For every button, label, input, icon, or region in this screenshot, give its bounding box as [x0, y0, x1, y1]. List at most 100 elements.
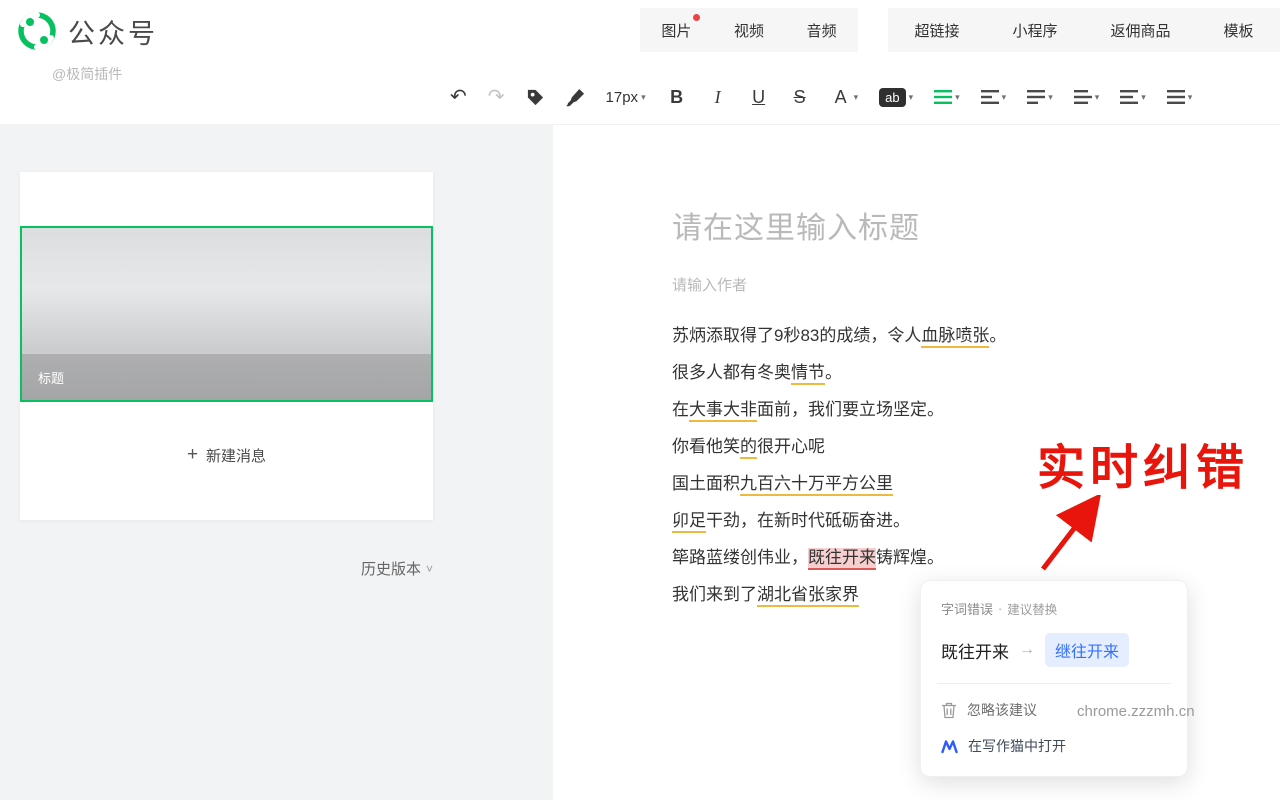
underline-button[interactable]: U — [749, 87, 769, 108]
warn-underlined-text[interactable]: 的 — [740, 437, 757, 459]
page-watermark: chrome.zzzmh.cn — [1077, 703, 1195, 720]
warn-underlined-text[interactable]: 卯足 — [672, 511, 706, 533]
nav-media-item-1[interactable]: 视频 — [728, 16, 770, 45]
warn-underlined-text[interactable]: 九百六十万平方公里 — [740, 474, 893, 496]
nav-item-label: 超链接 — [914, 23, 959, 40]
warn-underlined-text[interactable]: 湖北省张家界 — [757, 585, 859, 607]
nav-media-group: 图片 视频 音频 — [640, 8, 858, 52]
plain-text: 你看他笑 — [672, 437, 740, 456]
indent-icon — [981, 90, 999, 104]
italic-button[interactable]: I — [708, 87, 728, 108]
highlight-color-button[interactable]: ab▾ — [879, 88, 913, 107]
warn-underlined-text[interactable]: 情节 — [791, 363, 825, 385]
chevron-down-icon: ▾ — [1048, 92, 1053, 103]
article-author-input[interactable]: 请输入作者 — [672, 274, 1280, 295]
popup-header: 字词错误 · 建议替换 — [941, 599, 1167, 618]
article-editor: 请在这里输入标题 请输入作者 苏炳添取得了9秒83的成绩，令人血脉喷张。很多人都… — [553, 125, 1280, 800]
arrow-right-icon: → — [1019, 641, 1035, 659]
chevron-down-icon: ▾ — [1141, 92, 1146, 103]
suggestion-chip-button[interactable]: 继往开来 — [1045, 633, 1129, 667]
text-line: 苏炳添取得了9秒83的成绩，令人血脉喷张。 — [672, 317, 1232, 354]
plain-text: 干劲，在新时代砥砺奋进。 — [706, 511, 910, 530]
line-height-button[interactable]: ▾ — [1027, 90, 1053, 104]
font-color-button[interactable]: A ▾ — [831, 87, 859, 108]
chevron-down-icon: ▾ — [955, 92, 960, 103]
plus-icon: + — [187, 444, 198, 466]
plain-text: 筚路蓝缕创伟业， — [672, 548, 808, 567]
tag-button[interactable] — [526, 88, 545, 107]
plain-text: 铸辉煌。 — [876, 548, 944, 567]
text-line: 卯足干劲，在新时代砥砺奋进。 — [672, 502, 1232, 539]
nav-media-item-2[interactable]: 音频 — [801, 16, 843, 45]
undo-button[interactable]: ↶ — [450, 87, 467, 107]
plain-text: 国土面积 — [672, 474, 740, 493]
wechat-official-account-logo-icon — [16, 10, 58, 52]
nav-tools-item-2[interactable]: 返佣商品 — [1104, 16, 1176, 45]
realtime-correction-annotation: 实时纠错 — [1037, 428, 1249, 498]
plugin-watermark: @极简插件 — [52, 64, 122, 84]
message-card-thumbnail[interactable]: 标题 — [20, 226, 433, 402]
text-line: 很多人都有冬奥情节。 — [672, 354, 1232, 391]
popup-divider — [937, 683, 1171, 684]
thumbnail-title-label: 标题 — [38, 368, 64, 387]
suggestion-row: 既往开来 → 继往开来 — [941, 633, 1167, 667]
nav-item-label: 图片 — [661, 23, 691, 40]
plain-text: 。 — [825, 363, 842, 382]
xiezuocat-logo-icon — [941, 739, 958, 754]
text-line: 筚路蓝缕创伟业，既往开来铸辉煌。 — [672, 539, 1232, 576]
indent-button[interactable]: ▾ — [981, 90, 1007, 104]
thumbnail-caption-bar: 标题 — [22, 354, 431, 400]
nav-tools-item-0[interactable]: 超链接 — [908, 16, 965, 45]
nav-tools-item-3[interactable]: 模板 — [1217, 16, 1259, 45]
chevron-down-icon: ▾ — [1095, 92, 1100, 103]
brand: 公众号 — [16, 10, 158, 52]
message-panel: 标题 + 新建消息 — [20, 172, 433, 520]
trash-icon — [941, 702, 957, 719]
nav-item-label: 模板 — [1223, 23, 1253, 40]
plain-text: 。 — [989, 326, 1006, 345]
plain-text: 我们来到了 — [672, 585, 757, 604]
brand-title: 公众号 — [68, 12, 158, 51]
article-title-input[interactable]: 请在这里输入标题 — [672, 203, 1280, 247]
top-header: 公众号 @极简插件 图片 视频 音频 超链接 小程序 返佣商品 模板 ↶ ↷ 17px ▾… — [0, 0, 1280, 125]
nav-item-label: 小程序 — [1012, 23, 1057, 40]
bold-button[interactable]: B — [667, 87, 687, 108]
align-button[interactable]: ▾ — [1120, 90, 1146, 104]
paragraph-spacing-button[interactable]: ▾ — [1074, 90, 1100, 104]
history-version-link[interactable]: 历史版本 ˅ — [361, 558, 433, 579]
nav-tools-group: 超链接 小程序 返佣商品 模板 — [888, 8, 1280, 52]
format-painter-button[interactable] — [566, 88, 585, 107]
warn-underlined-text[interactable]: 大事大非 — [689, 400, 757, 422]
strikethrough-button[interactable]: S — [790, 87, 810, 108]
format-toolbar: ↶ ↷ 17px ▾ B I U S A ▾ ab▾ ▾ ▾ ▾ — [450, 72, 1280, 122]
warn-underlined-text[interactable]: 血脉喷张 — [921, 326, 989, 348]
font-size-select[interactable]: 17px ▾ — [606, 89, 646, 106]
new-message-button[interactable]: + 新建消息 — [20, 444, 433, 466]
nav-item-label: 视频 — [734, 23, 764, 40]
message-sidebar: 标题 + 新建消息 历史版本 ˅ — [0, 125, 553, 800]
green-list-icon — [934, 90, 952, 104]
chevron-down-icon: ▾ — [854, 92, 859, 103]
text-line: 在大事大非面前，我们要立场坚定。 — [672, 391, 1232, 428]
chevron-down-icon: ▾ — [1002, 92, 1007, 103]
open-in-xiezuocat-label: 在写作猫中打开 — [968, 736, 1066, 756]
list-style-button[interactable]: ▾ — [934, 90, 960, 104]
chevron-down-icon: ▾ — [909, 92, 914, 103]
chevron-down-icon: ˅ — [426, 562, 433, 576]
more-format-icon — [1167, 90, 1185, 104]
open-in-xiezuocat-button[interactable]: 在写作猫中打开 — [941, 736, 1167, 756]
plain-text: 面前，我们要立场坚定。 — [757, 400, 944, 419]
history-label: 历史版本 — [361, 558, 421, 579]
more-format-button[interactable]: ▾ — [1167, 90, 1193, 104]
format-painter-icon — [566, 88, 585, 107]
nav-tools-item-1[interactable]: 小程序 — [1006, 16, 1063, 45]
action-hint-label: 建议替换 — [1007, 599, 1057, 618]
plain-text: 苏炳添取得了9秒83的成绩，令人 — [672, 326, 921, 345]
red-arrow-annotation — [1031, 495, 1115, 581]
tag-icon — [526, 88, 545, 107]
nav-media-item-0[interactable]: 图片 — [655, 16, 697, 45]
ignore-suggestion-label: 忽略该建议 — [967, 700, 1037, 720]
redo-button[interactable]: ↷ — [488, 87, 505, 107]
paragraph-spacing-icon — [1074, 90, 1092, 104]
error-highlighted-text[interactable]: 既往开来 — [808, 548, 876, 570]
